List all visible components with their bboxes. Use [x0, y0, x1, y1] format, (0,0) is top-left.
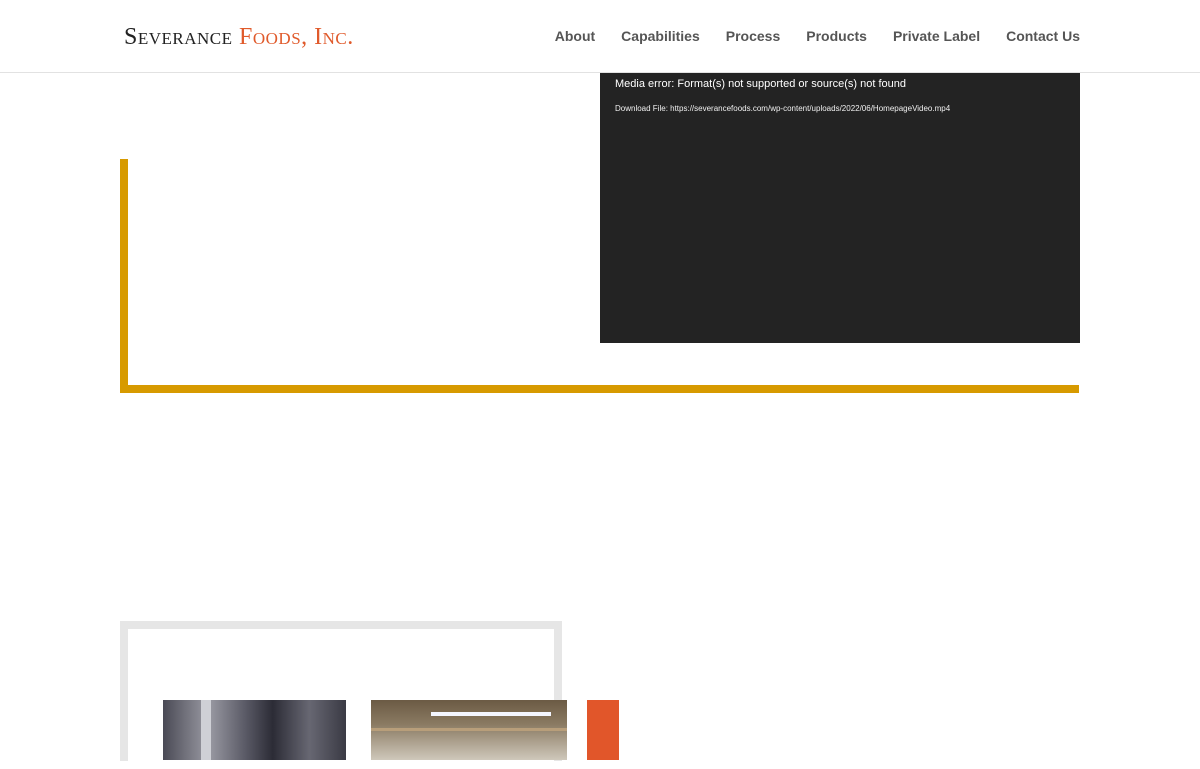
logo-text-foods: Foods, Inc.: [239, 24, 354, 50]
nav-products[interactable]: Products: [806, 28, 867, 44]
site-logo[interactable]: Severance Foods, Inc.: [124, 22, 354, 52]
gold-frame-bottom: [120, 385, 1079, 393]
nav-about[interactable]: About: [555, 28, 595, 44]
logo-text-severance: Severance: [124, 24, 233, 50]
nav-process[interactable]: Process: [726, 28, 780, 44]
gold-frame-left: [120, 159, 128, 393]
facility-photo-2: [371, 700, 567, 760]
orange-accent-block: [587, 700, 619, 760]
site-header: Severance Foods, Inc. About Capabilities…: [0, 0, 1200, 73]
facility-photo-1: [163, 700, 346, 760]
video-player[interactable]: Media error: Format(s) not supported or …: [600, 73, 1080, 343]
download-file-link[interactable]: Download File: https://severancefoods.co…: [615, 104, 950, 113]
main-nav: About Capabilities Process Products Priv…: [555, 0, 1080, 72]
nav-private-label[interactable]: Private Label: [893, 28, 980, 44]
nav-contact-us[interactable]: Contact Us: [1006, 28, 1080, 44]
nav-capabilities[interactable]: Capabilities: [621, 28, 700, 44]
media-error-text: Media error: Format(s) not supported or …: [615, 78, 907, 90]
